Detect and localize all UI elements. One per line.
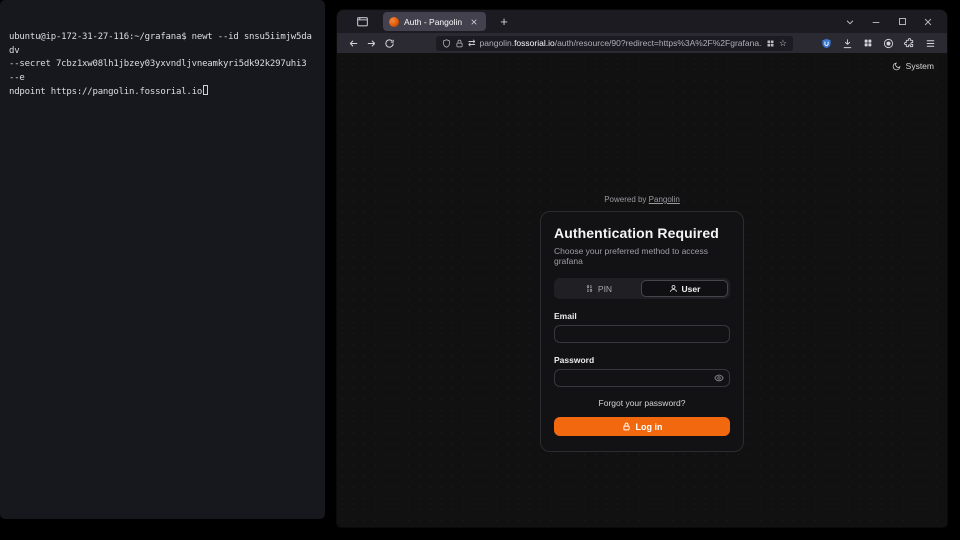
tab-user-label: User xyxy=(682,284,701,294)
theme-label: System xyxy=(906,61,934,71)
back-icon[interactable] xyxy=(344,35,362,51)
nav-toolbar: ⇄ pangolin.fossorial.io/auth/resource/90… xyxy=(337,33,947,53)
terminal-cursor xyxy=(203,85,208,95)
page-content: System Powered by Pangolin Authenticatio… xyxy=(337,53,947,527)
privacy-extension-icon[interactable] xyxy=(883,38,894,49)
tab-strip: Auth - Pangolin + xyxy=(337,10,947,33)
url-subdomain: pangolin. xyxy=(480,38,515,48)
terminal-line: ubuntu@ip-172-31-27-116:~/grafana$ newt … xyxy=(9,31,316,58)
card-title: Authentication Required xyxy=(554,225,730,241)
moon-theme-icon xyxy=(892,62,901,71)
theme-toggle[interactable]: System xyxy=(892,61,934,71)
auth-method-tabs: PIN User xyxy=(554,278,730,299)
toolbar-extensions-area xyxy=(821,38,936,49)
reload-icon[interactable] xyxy=(380,35,398,51)
auth-column: Powered by Pangolin Authentication Requi… xyxy=(540,195,744,452)
hamburger-menu-icon[interactable] xyxy=(925,38,936,49)
window-minimize-button[interactable] xyxy=(863,13,889,31)
terminal-window[interactable]: ubuntu@ip-172-31-27-116:~/grafana$ newt … xyxy=(0,0,325,519)
forgot-password-link[interactable]: Forgot your password? xyxy=(554,398,730,408)
lock-icon[interactable] xyxy=(455,39,464,48)
url-domain: fossorial.io xyxy=(514,38,555,48)
terminal-line: ndpoint https://pangolin.fossorial.io xyxy=(9,87,202,97)
pangolin-favicon xyxy=(389,17,399,27)
login-lock-icon xyxy=(622,422,631,431)
extensions-puzzle-icon[interactable] xyxy=(904,38,915,49)
list-tabs-chevron-icon[interactable] xyxy=(837,13,863,31)
tab-close-icon[interactable] xyxy=(468,16,480,28)
url-path: /auth/resource/90?redirect=https%3A%2F%2… xyxy=(555,38,762,48)
ublock-origin-icon[interactable] xyxy=(821,38,832,49)
tab-pin[interactable]: PIN xyxy=(556,280,641,297)
login-button-label: Log in xyxy=(636,422,663,432)
permissions-swap-icon[interactable]: ⇄ xyxy=(468,38,476,49)
firefox-view-icon[interactable] xyxy=(351,13,373,31)
tab-user[interactable]: User xyxy=(641,280,728,297)
password-field[interactable] xyxy=(554,369,730,387)
show-password-eye-icon[interactable] xyxy=(714,373,724,383)
forward-icon[interactable] xyxy=(362,35,380,51)
browser-window: Auth - Pangolin + xyxy=(337,10,947,527)
window-close-button[interactable] xyxy=(915,13,941,31)
desktop: ubuntu@ip-172-31-27-116:~/grafana$ newt … xyxy=(0,0,960,540)
window-maximize-button[interactable] xyxy=(889,13,915,31)
page-actions-grid-icon[interactable] xyxy=(766,39,775,48)
powered-by-text: Powered by xyxy=(604,195,646,204)
email-label: Email xyxy=(554,311,730,321)
downloads-icon[interactable] xyxy=(842,38,853,49)
browser-tab-auth-pangolin[interactable]: Auth - Pangolin xyxy=(383,12,486,31)
tab-pin-label: PIN xyxy=(598,284,612,294)
new-tab-button[interactable]: + xyxy=(495,13,513,31)
password-wrap xyxy=(554,365,730,387)
pin-keypad-icon xyxy=(585,284,594,293)
pangolin-link[interactable]: Pangolin xyxy=(649,195,680,204)
url-text: pangolin.fossorial.io/auth/resource/90?r… xyxy=(480,38,762,48)
tracking-protection-shield-icon[interactable] xyxy=(442,39,451,48)
tab-title: Auth - Pangolin xyxy=(404,17,463,27)
password-label: Password xyxy=(554,355,730,365)
card-subtitle: Choose your preferred method to access g… xyxy=(554,246,730,266)
user-icon xyxy=(669,284,678,293)
email-field[interactable] xyxy=(554,325,730,343)
bookmark-star-icon[interactable]: ☆ xyxy=(779,38,787,49)
auth-card: Authentication Required Choose your pref… xyxy=(540,211,744,452)
powered-by: Powered by Pangolin xyxy=(540,195,744,204)
account-containers-icon[interactable] xyxy=(863,38,873,48)
terminal-line: --secret 7cbz1xw08lh1jbzey03yxvndljvneam… xyxy=(9,58,316,85)
login-button[interactable]: Log in xyxy=(554,417,730,436)
url-bar[interactable]: ⇄ pangolin.fossorial.io/auth/resource/90… xyxy=(436,36,793,51)
